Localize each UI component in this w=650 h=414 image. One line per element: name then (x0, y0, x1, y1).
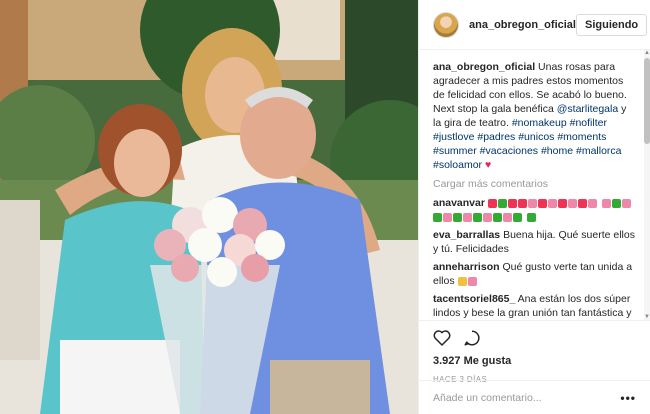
user-avatar[interactable] (433, 11, 459, 38)
add-comment-bar: ••• (419, 380, 650, 414)
comments-scrollbar[interactable]: ▲ ▼ (644, 50, 650, 320)
comment-username[interactable]: tacentsoriel865_ (433, 293, 515, 305)
scroll-down-icon[interactable]: ▼ (644, 314, 650, 320)
load-more-comments[interactable]: Cargar más comentarios (433, 178, 636, 190)
comment-username[interactable]: eva_barrallas (433, 229, 500, 241)
comment-item: tacentsoriel865_ Ana están los dos súper… (433, 292, 636, 320)
scrollbar-thumb[interactable] (644, 58, 650, 144)
post-side-panel: ana_obregon_oficial Siguiendo ana_obrego… (418, 0, 650, 414)
comment-icon[interactable] (463, 329, 481, 350)
post-header: ana_obregon_oficial Siguiendo (419, 0, 650, 50)
following-button[interactable]: Siguiendo (575, 13, 648, 36)
comment-input[interactable] (433, 391, 621, 404)
heart-emoji-icon: ♥ (484, 159, 492, 171)
post-username[interactable]: ana_obregon_oficial (469, 19, 576, 31)
action-icons (433, 329, 636, 349)
post-actions: 3.927 Me gusta HACE 3 DÍAS (419, 320, 650, 384)
post-photo[interactable] (0, 0, 418, 414)
heart-icon[interactable] (433, 329, 451, 349)
comment-username[interactable]: anavanvar (433, 197, 485, 209)
emoji-icon (467, 276, 477, 286)
caption-mention[interactable]: @starlitegala (557, 103, 618, 115)
caption-username[interactable]: ana_obregon_oficial (433, 61, 535, 73)
scroll-up-icon[interactable]: ▲ (644, 50, 650, 56)
likes-count[interactable]: 3.927 Me gusta (433, 355, 636, 367)
more-options-icon[interactable]: ••• (620, 391, 636, 405)
comment-item: anneharrison Qué gusto verte tan unida a… (433, 260, 636, 288)
comment-item: eva_barrallas Buena hija. Qué suerte ell… (433, 228, 636, 256)
emoji-icon (457, 276, 467, 286)
post-caption: ana_obregon_oficial Unas rosas para agra… (433, 60, 636, 172)
comment-item: anavanvar (433, 196, 636, 224)
photo-illustration (0, 0, 418, 414)
comments-section: ana_obregon_oficial Unas rosas para agra… (419, 50, 650, 320)
comment-username[interactable]: anneharrison (433, 261, 500, 273)
